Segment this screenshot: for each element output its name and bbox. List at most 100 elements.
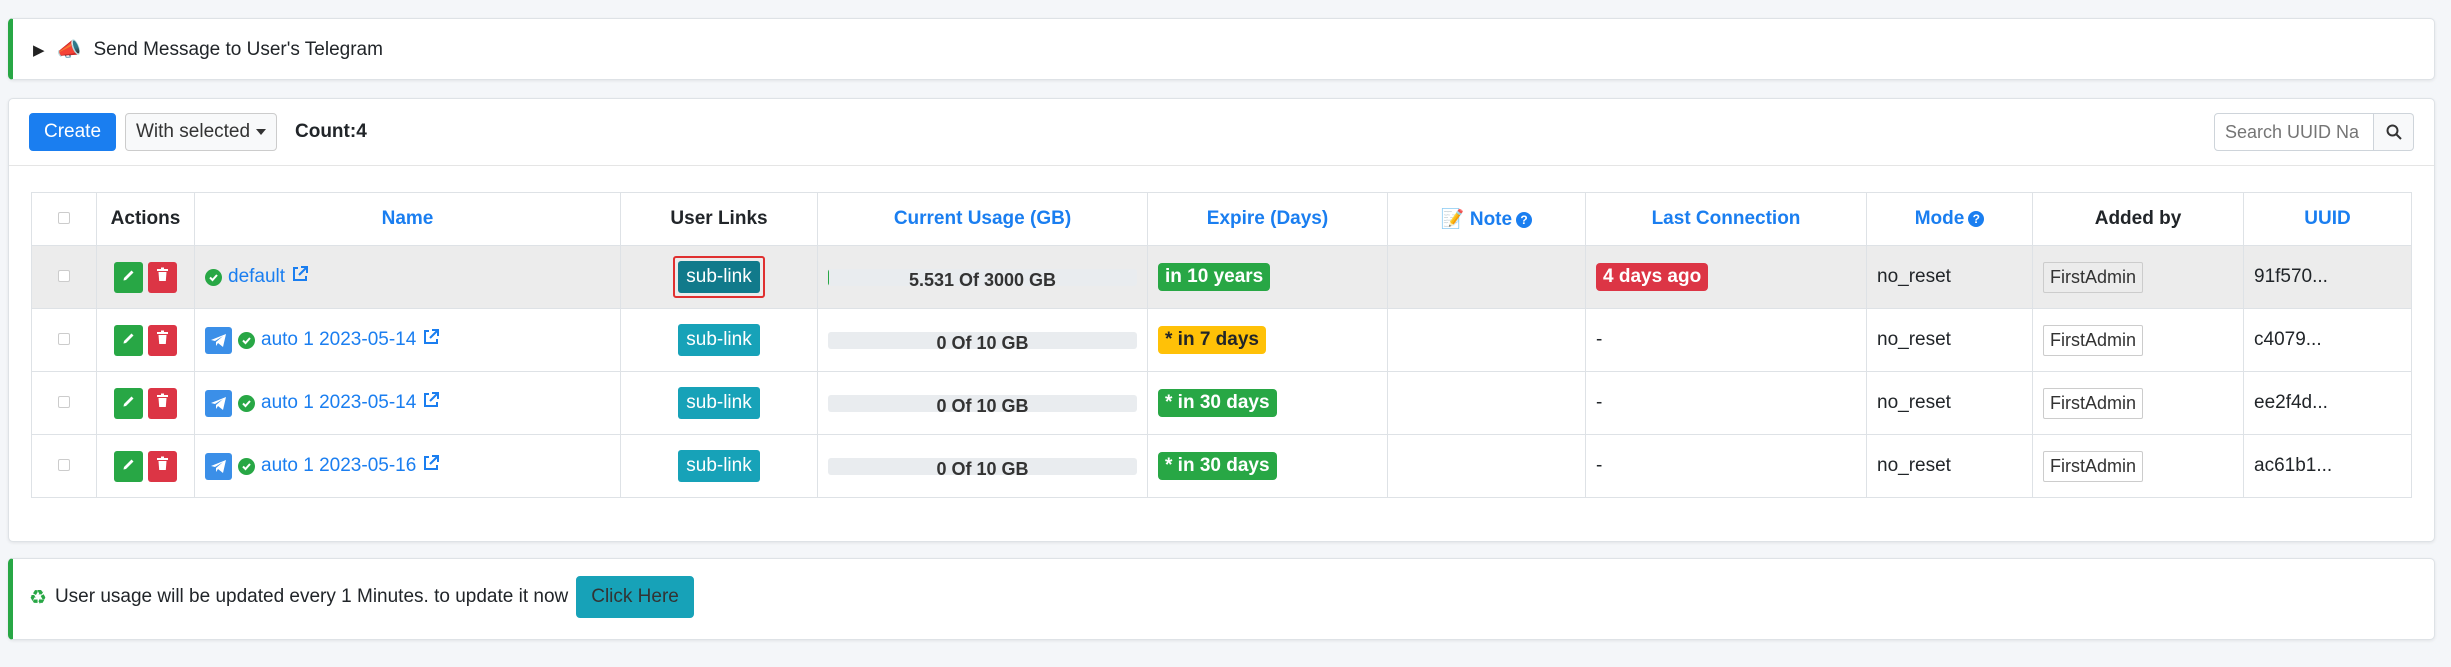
- table-row: auto 1 2023-05-16 sub-link 0 Of 10 GB * in …: [31, 434, 2412, 498]
- check-circle-icon: [238, 394, 255, 412]
- select-cell: [31, 371, 97, 435]
- select-all-header: [31, 192, 97, 246]
- delete-button[interactable]: [148, 261, 177, 293]
- uuid-cell[interactable]: 91f570...: [2243, 245, 2412, 309]
- delete-button[interactable]: [148, 324, 177, 356]
- usage-cell: 0 Of 10 GB: [817, 434, 1148, 498]
- row-checkbox[interactable]: [58, 333, 70, 345]
- uuid-cell[interactable]: ee2f4d...: [2243, 371, 2412, 435]
- question-circle-icon[interactable]: ?: [1516, 211, 1533, 228]
- name-cell: auto 1 2023-05-14: [194, 308, 621, 372]
- last-connection-cell: -: [1585, 308, 1867, 372]
- click-here-button[interactable]: Click Here: [576, 576, 694, 618]
- trash-icon: [156, 266, 169, 288]
- header-mode[interactable]: Mode?: [1866, 192, 2033, 246]
- usage-progress-bar: 0 Of 10 GB: [828, 457, 1137, 475]
- name-cell: auto 1 2023-05-14: [194, 371, 621, 435]
- row-checkbox[interactable]: [58, 396, 70, 408]
- row-checkbox[interactable]: [58, 270, 70, 282]
- usage-update-message: User usage will be updated every 1 Minut…: [54, 586, 569, 607]
- usage-text: 0 Of 10 GB: [936, 395, 1029, 412]
- sub-link-button[interactable]: sub-link: [678, 450, 760, 482]
- with-selected-label: With selected: [136, 121, 251, 142]
- edit-button[interactable]: [114, 324, 143, 356]
- select-cell: [31, 434, 97, 498]
- delete-button[interactable]: [148, 450, 177, 482]
- header-name[interactable]: Name: [194, 192, 621, 246]
- memo-icon: 📝: [1440, 209, 1465, 230]
- edit-button[interactable]: [114, 387, 143, 419]
- uuid-cell[interactable]: c4079...: [2243, 308, 2412, 372]
- added-by-cell: FirstAdmin: [2032, 371, 2244, 435]
- header-usage[interactable]: Current Usage (GB): [817, 192, 1148, 246]
- pencil-icon: [122, 392, 136, 414]
- user-name-link[interactable]: auto 1 2023-05-16: [261, 455, 416, 477]
- expire-badge: in 10 years: [1158, 263, 1271, 291]
- usage-text: 5.531 Of 3000 GB: [908, 269, 1057, 286]
- telegram-icon[interactable]: [205, 389, 232, 417]
- header-uuid[interactable]: UUID: [2243, 192, 2412, 246]
- pencil-icon: [122, 266, 136, 288]
- users-table: Actions Name User Links Current Usage (G…: [31, 192, 2412, 498]
- search-input[interactable]: [2214, 113, 2374, 151]
- question-circle-icon[interactable]: ?: [1968, 210, 1985, 227]
- select-all-checkbox[interactable]: [58, 212, 70, 224]
- telegram-message-toggle[interactable]: ▶ 📣 Send Message to User's Telegram: [33, 37, 383, 62]
- header-user-links: User Links: [620, 192, 818, 246]
- external-link-icon[interactable]: [422, 391, 440, 415]
- usage-text: 0 Of 10 GB: [936, 332, 1029, 349]
- row-checkbox[interactable]: [58, 459, 70, 471]
- external-link-icon[interactable]: [422, 328, 440, 352]
- header-last-connection[interactable]: Last Connection: [1585, 192, 1867, 246]
- header-actions: Actions: [96, 192, 195, 246]
- users-panel: Create With selected Count:4 Act: [8, 98, 2435, 542]
- external-link-icon[interactable]: [422, 454, 440, 478]
- usage-progress-bar: 5.531 Of 3000 GB: [828, 268, 1137, 286]
- users-toolbar: Create With selected Count:4: [29, 113, 2414, 151]
- sub-link-button[interactable]: sub-link: [678, 324, 760, 356]
- added-by-cell: FirstAdmin: [2032, 245, 2244, 309]
- user-name-link[interactable]: default: [228, 266, 285, 288]
- mode-cell: no_reset: [1866, 245, 2033, 309]
- user-name-link[interactable]: auto 1 2023-05-14: [261, 329, 416, 351]
- search-button[interactable]: [2374, 113, 2414, 151]
- pencil-icon: [122, 455, 136, 477]
- mode-cell: no_reset: [1866, 434, 2033, 498]
- sub-link-button[interactable]: sub-link: [678, 387, 760, 419]
- expire-badge: * in 30 days: [1158, 452, 1277, 480]
- note-cell: [1387, 245, 1586, 309]
- edit-button[interactable]: [114, 450, 143, 482]
- usage-cell: 5.531 Of 3000 GB: [817, 245, 1148, 309]
- header-note[interactable]: 📝 Note?: [1387, 192, 1586, 246]
- toolbar-divider: [9, 165, 2434, 166]
- header-note-label: Note: [1469, 209, 1513, 230]
- search-icon: [2386, 124, 2402, 140]
- triangle-right-icon: ▶: [33, 41, 45, 59]
- last-connection-cell: -: [1585, 371, 1867, 435]
- check-circle-icon: [238, 457, 255, 475]
- user-name-link[interactable]: auto 1 2023-05-14: [261, 392, 416, 414]
- added-by-value: FirstAdmin: [2043, 387, 2144, 419]
- actions-cell: [96, 245, 195, 309]
- telegram-icon[interactable]: [205, 452, 232, 480]
- last-connection-badge: 4 days ago: [1596, 263, 1709, 291]
- search-group: [2214, 113, 2414, 151]
- header-expire[interactable]: Expire (Days): [1147, 192, 1388, 246]
- telegram-message-label: Send Message to User's Telegram: [93, 38, 383, 60]
- table-row: default sub-link 5.531 Of 3000 GB in 10 yea…: [31, 245, 2412, 309]
- last-connection-text: -: [1596, 392, 1603, 413]
- select-cell: [31, 245, 97, 309]
- usage-cell: 0 Of 10 GB: [817, 371, 1148, 435]
- sub-link-button[interactable]: sub-link: [678, 261, 760, 293]
- create-button[interactable]: Create: [29, 113, 117, 151]
- with-selected-dropdown[interactable]: With selected: [125, 113, 278, 151]
- header-mode-label: Mode: [1914, 208, 1965, 229]
- delete-button[interactable]: [148, 387, 177, 419]
- check-circle-icon: [205, 268, 222, 286]
- edit-button[interactable]: [114, 261, 143, 293]
- user-links-cell: sub-link: [620, 371, 818, 435]
- uuid-cell[interactable]: ac61b1...: [2243, 434, 2412, 498]
- external-link-icon[interactable]: [291, 265, 309, 289]
- telegram-icon[interactable]: [205, 326, 232, 354]
- added-by-cell: FirstAdmin: [2032, 308, 2244, 372]
